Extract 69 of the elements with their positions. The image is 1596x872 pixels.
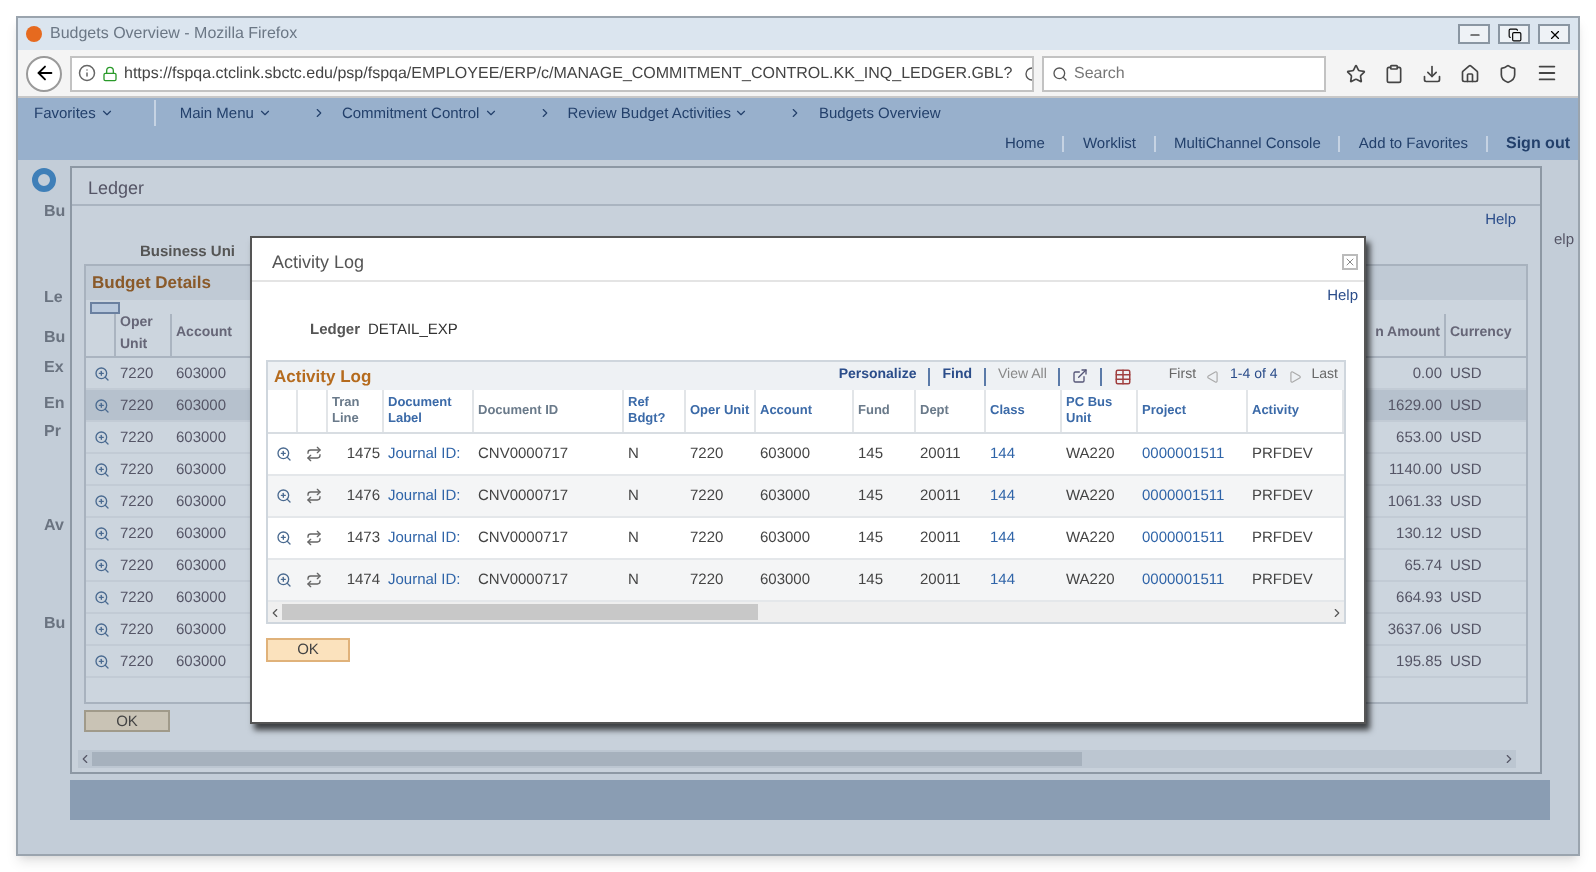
close-button[interactable] [1538, 24, 1570, 44]
arrows-icon[interactable] [305, 530, 321, 546]
zoom-icon[interactable] [93, 653, 109, 669]
menu-icon[interactable] [1536, 62, 1558, 84]
dropdown-icon [99, 106, 114, 120]
zoom-grid-icon[interactable] [1072, 368, 1089, 384]
lock-icon [102, 65, 118, 81]
minimize-button[interactable] [1458, 24, 1490, 44]
search-icon [1052, 65, 1068, 81]
clipboard-icon[interactable] [1384, 63, 1404, 83]
spreadsheet-icon[interactable] [1114, 367, 1133, 385]
zoom-icon[interactable] [93, 493, 109, 509]
chevron-icon [311, 106, 326, 120]
back-arrow-icon [33, 62, 55, 84]
section-label: Av [44, 514, 64, 538]
zoom-icon[interactable] [275, 530, 291, 546]
arrows-icon[interactable] [305, 446, 321, 462]
dropdown-icon [257, 106, 272, 120]
grid-icon[interactable] [90, 301, 120, 313]
zoom-icon[interactable] [93, 525, 109, 541]
zoom-icon[interactable] [275, 572, 291, 588]
bookmark-star-icon[interactable] [1346, 63, 1366, 83]
section-label: Ex [44, 356, 64, 380]
section-label: Bu [44, 612, 66, 636]
window-title: Budgets Overview - Mozilla Firefox [50, 22, 298, 46]
home-icon[interactable] [1460, 63, 1480, 83]
section-label: Bu [44, 326, 66, 350]
zoom-icon[interactable] [275, 488, 291, 504]
close-icon [1547, 27, 1561, 41]
grid-title: Activity Log [274, 363, 372, 389]
scroll-left-icon[interactable] [268, 605, 282, 619]
grid-title: Budget Details [92, 270, 212, 296]
back-button[interactable] [26, 55, 62, 91]
horizontal-scrollbar[interactable] [78, 750, 1516, 768]
dropdown-icon [483, 106, 498, 120]
dialog-title: Ledger [88, 176, 145, 202]
zoom-icon[interactable] [93, 557, 109, 573]
zoom-icon[interactable] [93, 589, 109, 605]
dialog-title: Activity Log [272, 250, 365, 276]
horizontal-scrollbar[interactable] [268, 602, 1344, 622]
section-label: Pr [44, 420, 61, 444]
header-link[interactable]: Sign out [1506, 132, 1570, 156]
arrows-icon[interactable] [305, 572, 321, 588]
chevron-icon [537, 106, 552, 120]
arrows-icon[interactable] [305, 488, 321, 504]
section-label: Bu [44, 200, 66, 224]
search-field[interactable]: Search [1042, 55, 1326, 91]
zoom-icon[interactable] [93, 461, 109, 477]
app-logo-icon [32, 168, 56, 192]
download-icon[interactable] [1422, 63, 1442, 83]
zoom-icon[interactable] [275, 446, 291, 462]
browser-logo-icon [26, 26, 42, 42]
chevron-icon [788, 106, 803, 120]
zoom-icon[interactable] [93, 429, 109, 445]
shield-icon[interactable] [1498, 63, 1518, 83]
zoom-icon[interactable] [93, 397, 109, 413]
zoom-icon[interactable] [93, 621, 109, 637]
scroll-left-icon[interactable] [78, 752, 92, 766]
zoom-icon[interactable] [93, 365, 109, 381]
dropdown-icon [734, 106, 749, 120]
restore-icon [1507, 27, 1521, 41]
close-icon[interactable] [1342, 254, 1358, 270]
section-label: Le [44, 286, 63, 310]
info-icon [78, 64, 96, 82]
scroll-right-icon[interactable] [1330, 605, 1344, 619]
scroll-right-icon[interactable] [1502, 752, 1516, 766]
search-input[interactable]: Search [1074, 61, 1316, 85]
section-label: En [44, 392, 65, 416]
restore-button[interactable] [1498, 24, 1530, 44]
